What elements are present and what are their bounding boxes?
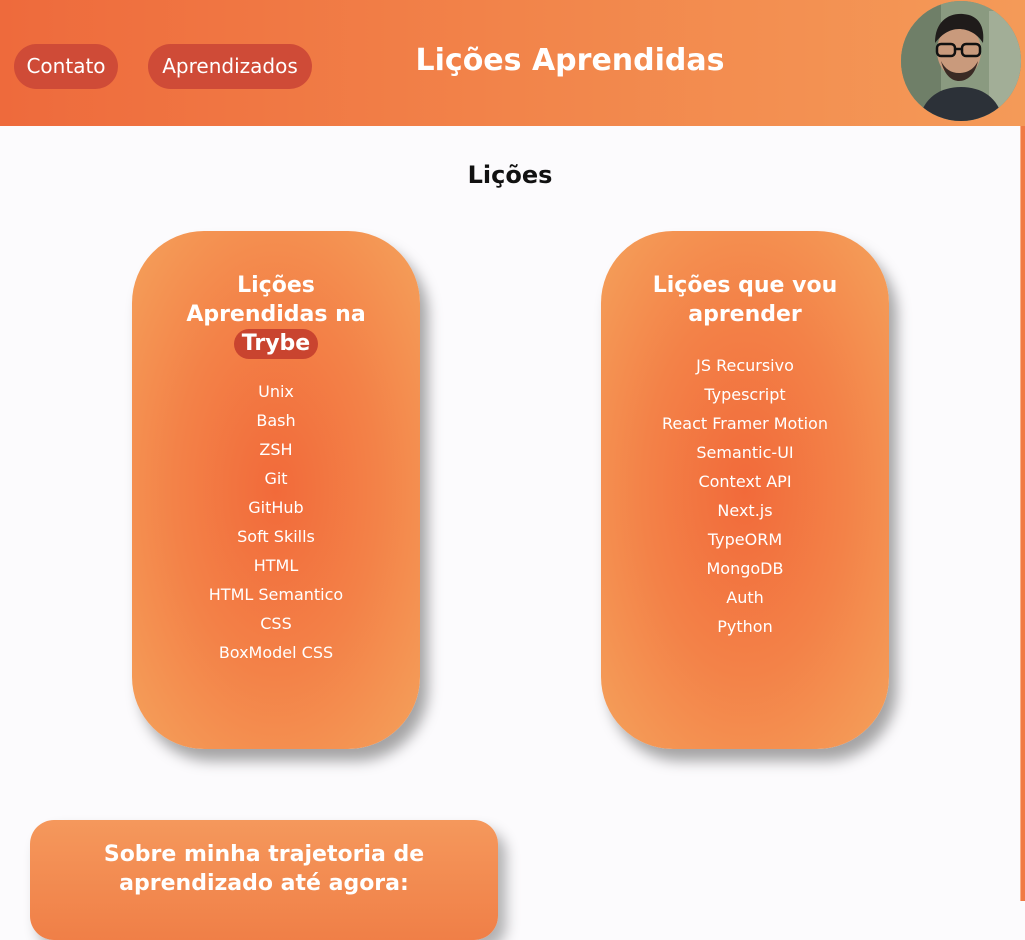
list-item: Semantic-UI: [696, 443, 794, 462]
list-item: React Framer Motion: [662, 414, 828, 433]
list-item: GitHub: [248, 498, 304, 517]
future-lessons-heading: Lições que vou aprender: [625, 271, 865, 329]
list-item: CSS: [260, 614, 292, 633]
list-item: BoxModel CSS: [218, 643, 334, 662]
list-item: HTML: [253, 556, 299, 575]
nav-contato-button[interactable]: Contato: [14, 44, 118, 89]
list-item: Bash: [256, 411, 296, 430]
list-item: JS Recursivo: [696, 356, 794, 375]
list-item: Unix: [258, 382, 294, 401]
list-item: TypeORM: [707, 530, 783, 549]
future-lessons-list: JS Recursivo Typescript React Framer Mot…: [601, 351, 889, 641]
list-item: Context API: [698, 472, 792, 491]
nav-aprendizados-button[interactable]: Aprendizados: [148, 44, 312, 89]
trybe-badge: Trybe: [233, 329, 319, 359]
list-item: Auth: [726, 588, 764, 607]
site-header: Contato Aprendizados Lições Aprendidas: [0, 0, 1025, 126]
list-item: Typescript: [704, 385, 786, 404]
learned-lessons-list: Unix Bash ZSH Git GitHub Soft Skills HTM…: [132, 377, 420, 667]
page-right-border: [1020, 126, 1025, 901]
learned-lessons-heading: Lições Aprendidas na Trybe: [156, 271, 396, 359]
list-item: Next.js: [717, 501, 773, 520]
about-heading-line1: Sobre minha trajetoria de: [103, 842, 425, 867]
learned-heading-line2: Aprendidas na: [186, 302, 366, 327]
list-item: Soft Skills: [237, 527, 315, 546]
about-heading-line2: aprendizado até agora:: [119, 871, 409, 896]
about-trajectory-heading: Sobre minha trajetoria de aprendizado at…: [60, 840, 468, 898]
list-item: HTML Semantico: [208, 585, 344, 604]
list-item: MongoDB: [706, 559, 784, 578]
avatar: [901, 1, 1021, 121]
future-heading-line2: aprender: [688, 302, 802, 327]
site-title: Lições Aprendidas: [415, 43, 725, 78]
list-item: ZSH: [259, 440, 293, 459]
section-title: Lições: [467, 161, 553, 189]
learned-heading-line1: Lições: [237, 273, 315, 298]
avatar-photo-icon: [901, 1, 1021, 121]
list-item: Python: [717, 617, 773, 636]
list-item: Git: [264, 469, 288, 488]
learned-lessons-card: Lições Aprendidas na Trybe Unix Bash ZSH…: [132, 231, 420, 749]
about-trajectory-card: Sobre minha trajetoria de aprendizado at…: [30, 820, 498, 940]
future-lessons-card: Lições que vou aprender JS Recursivo Typ…: [601, 231, 889, 749]
future-heading-line1: Lições que vou: [652, 273, 838, 298]
